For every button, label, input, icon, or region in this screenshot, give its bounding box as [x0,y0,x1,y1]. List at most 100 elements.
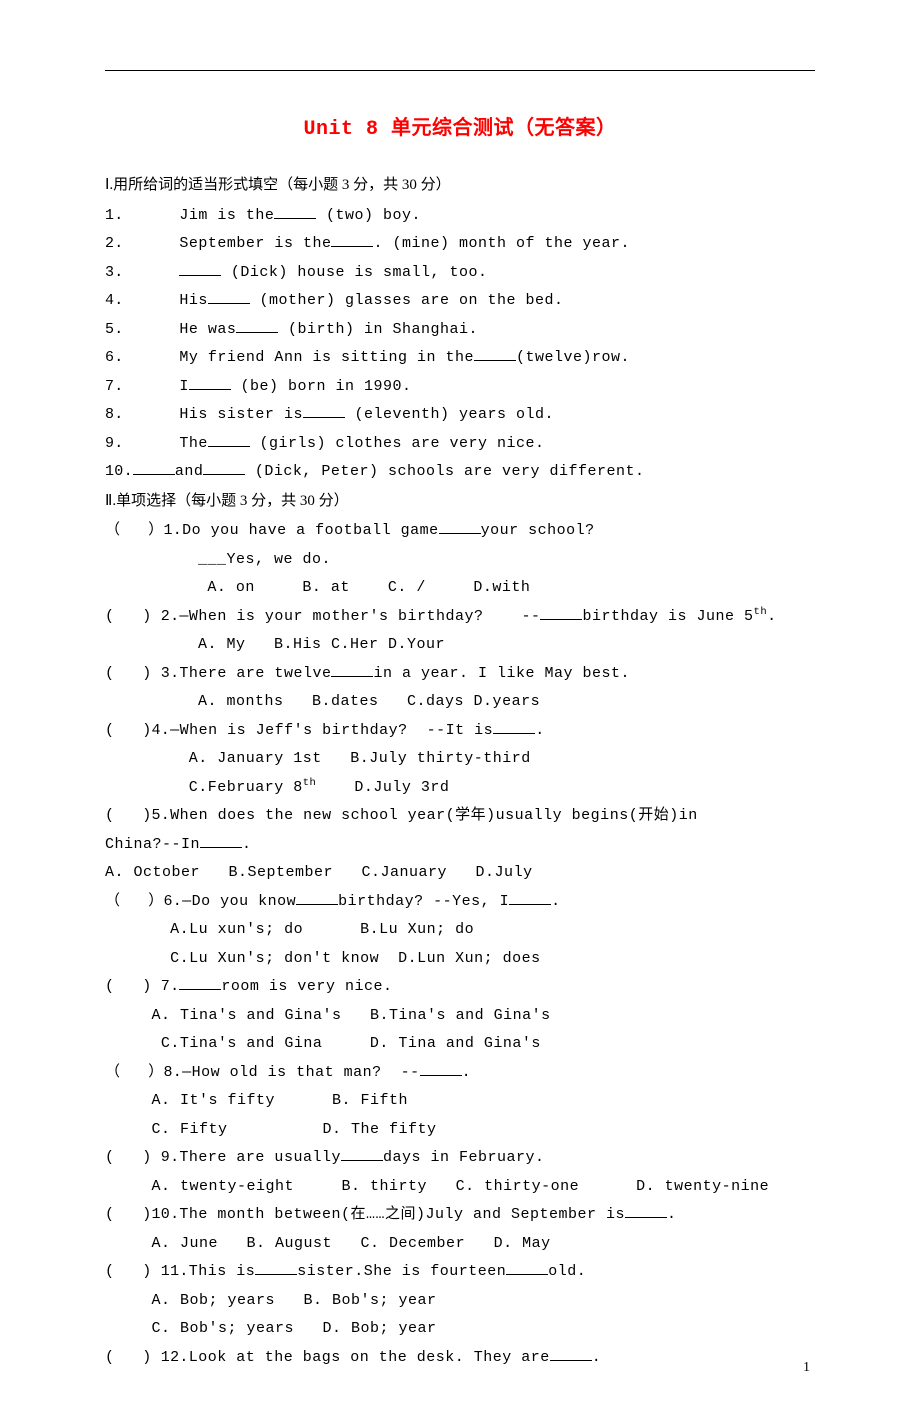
blank [179,261,221,276]
txt-a: His sister is [179,406,303,423]
opts: A. My B.His C.Her D.Your [198,636,445,653]
section-2-heading: Ⅱ.单项选择（每小题 3 分，共 30 分） [105,487,815,516]
stem-a: The month between(在……之间)July and Septemb… [179,1206,625,1223]
s2-q10: ( )10.The month between(在……之间)July and S… [105,1201,815,1230]
blank [331,662,373,677]
s2-q5-opts: A. October B.September C.January D.July [105,859,815,888]
blank [439,520,481,535]
stem-b: your school? [481,522,595,539]
txt-b: (Dick, Peter) schools are very different… [245,463,644,480]
s2-q9-opts: A. twenty-eight B. thirty C. thirty-one … [105,1173,815,1202]
s2-q8-opts2: C. Fifty D. The fifty [105,1116,815,1145]
txt-a: Jim is the [179,207,274,224]
blank [274,204,316,219]
s2-q4-opts2: C.February 8th D.July 3rd [105,774,815,803]
txt-a: My friend Ann is sitting in the [179,349,474,366]
blank [509,890,551,905]
num: 9. [105,435,124,452]
s2-q8-opts1: A. It's fifty B. Fifth [105,1087,815,1116]
tail: . [767,608,777,625]
s2-q11: ( ) 11.This issister.She is fourteenold. [105,1258,815,1287]
num: 5. [105,321,124,338]
s2-q11-opts2: C. Bob's; years D. Bob; year [105,1315,815,1344]
num: 3. [105,264,124,281]
num: ( ) 3. [105,665,179,682]
opts2-b: D.July 3rd [316,779,449,796]
blank [550,1346,592,1361]
top-rule [105,70,815,71]
stem-b: days in February. [383,1149,545,1166]
blank [208,290,250,305]
opts1: A. January 1st B.July thirty-third [189,750,531,767]
txt-b: (birth) in Shanghai. [278,321,478,338]
num: ( ) 7. [105,978,179,995]
s2-q10-opts: A. June B. August C. December D. May [105,1230,815,1259]
line2-b: . [242,836,252,853]
stem-a: When does the new school year(学年)usually… [170,807,698,824]
s2-q1-l2: ___Yes, we do. [105,546,815,575]
num: （ ）6. [105,893,182,910]
stem-a: —How old is that man? -- [182,1064,420,1081]
blank [200,833,242,848]
blank [179,976,221,991]
blank [189,375,231,390]
s1-q8: 8. His sister is (eleventh) years old. [105,401,815,430]
stem-b: old. [548,1263,586,1280]
s2-q6-opts1: A.Lu xun's; do B.Lu Xun; do [105,916,815,945]
s2-q3-opts: A. months B.dates C.days D.years [105,688,815,717]
num: ( )5. [105,807,170,824]
s1-q3: 3. (Dick) house is small, too. [105,259,815,288]
sup: th [754,606,768,618]
stem-b: . [667,1206,677,1223]
opts: A. months B.dates C.days D.years [198,693,540,710]
stem-b: in a year. I like May best. [373,665,630,682]
blank [133,461,175,476]
line2: ___Yes, we do. [198,551,331,568]
opts1: A. Tina's and Gina's B.Tina's and Gina's [152,1007,551,1024]
stem-a: —Do you know [182,893,296,910]
s2-q7: ( ) 7.room is very nice. [105,973,815,1002]
line2-a: China?--In [105,836,200,853]
num: （ ）1. [105,522,182,539]
stem-mid: sister.She is fourteen [297,1263,506,1280]
txt-a: He was [179,321,236,338]
s2-q6-opts2: C.Lu Xun's; don't know D.Lun Xun; does [105,945,815,974]
opts1: A. It's fifty B. Fifth [152,1092,409,1109]
s2-q5-l2: China?--In. [105,831,815,860]
num: 4. [105,292,124,309]
num: 2. [105,235,124,252]
num: ( ) 11. [105,1263,189,1280]
opts: A. twenty-eight B. thirty C. thirty-one … [152,1178,770,1195]
txt-b: (Dick) house is small, too. [221,264,487,281]
s2-q8: （ ）8.—How old is that man? --. [105,1059,815,1088]
opts2: C.Tina's and Gina D. Tina and Gina's [161,1035,541,1052]
s2-q6: （ ）6.—Do you knowbirthday? --Yes, I. [105,888,815,917]
s2-q3: ( ) 3.There are twelve in a year. I like … [105,660,815,689]
blank [236,318,278,333]
txt-b: (twelve)row. [516,349,630,366]
stem-a: —When is Jeff's birthday? --It is [170,722,493,739]
opts2: C. Fifty D. The fifty [152,1121,437,1138]
s1-q7: 7. I (be) born in 1990. [105,373,815,402]
blank [203,461,245,476]
num: ( ) 12. [105,1349,189,1366]
document-title: Unit 8 单元综合测试（无答案） [105,111,815,149]
opts: A. October B.September C.January D.July [105,864,533,881]
blank [540,605,582,620]
stem-a: There are twelve [179,665,331,682]
stem-a: There are usually [179,1149,341,1166]
section-1-heading: Ⅰ.用所给词的适当形式填空（每小题 3 分，共 30 分） [105,171,815,200]
s1-q5: 5. He was (birth) in Shanghai. [105,316,815,345]
txt-a: The [179,435,208,452]
num: 1. [105,207,124,224]
num: （ ）8. [105,1064,182,1081]
num: ( )4. [105,722,170,739]
blank [331,233,373,248]
blank [208,432,250,447]
s2-q12: ( ) 12.Look at the bags on the desk. The… [105,1344,815,1373]
opts2: C. Bob's; years D. Bob; year [152,1320,437,1337]
stem-mid: birthday? --Yes, I [338,893,509,910]
document-page: Unit 8 单元综合测试（无答案） Ⅰ.用所给词的适当形式填空（每小题 3 分… [0,0,920,1412]
txt-b: (be) born in 1990. [231,378,412,395]
stem-b: . [592,1349,602,1366]
